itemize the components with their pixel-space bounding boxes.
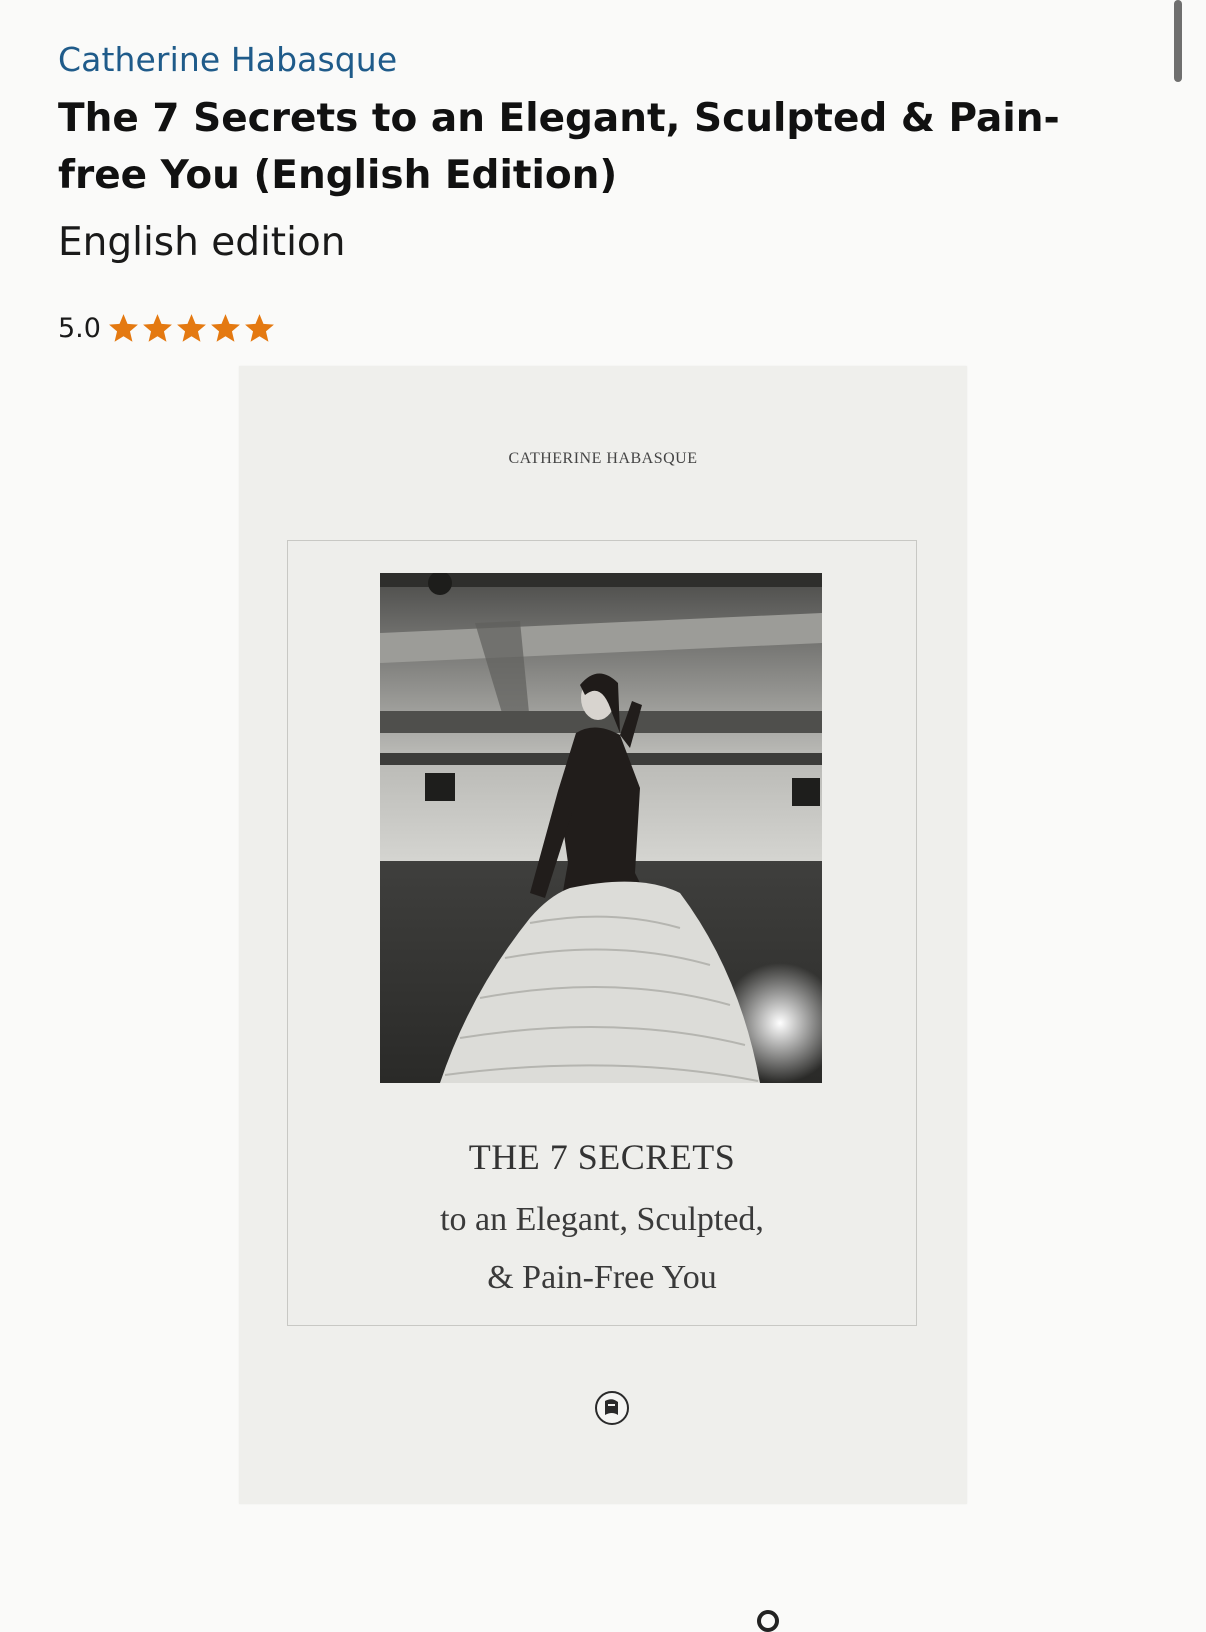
cover-frame: THE 7 SECRETS to an Elegant, Sculpted, &… xyxy=(287,540,917,1326)
star-icon xyxy=(245,314,274,342)
star-icon xyxy=(109,314,138,342)
star-icon xyxy=(143,314,172,342)
cover-author: CATHERINE HABASQUE xyxy=(508,450,698,467)
cover-title-line-1: THE 7 SECRETS xyxy=(468,1137,736,1177)
cover-title-line-3: & Pain-Free You xyxy=(487,1259,717,1296)
home-indicator xyxy=(757,1610,779,1632)
edition-label: English edition xyxy=(58,220,346,265)
star-rating xyxy=(107,312,277,345)
publisher-logo-icon xyxy=(595,1391,629,1425)
star-icon xyxy=(211,314,240,342)
product-title: The 7 Secrets to an Elegant, Sculpted & … xyxy=(58,96,1060,198)
cover-title-line-2: to an Elegant, Sculpted, xyxy=(440,1201,764,1238)
rating-value: 5.0 xyxy=(58,313,101,344)
star-icon xyxy=(177,314,206,342)
rating-summary[interactable]: 5.0 xyxy=(58,312,277,345)
cover-photo xyxy=(380,573,822,1083)
author-link[interactable]: Catherine Habasque xyxy=(58,40,397,79)
book-cover-image[interactable]: CATHERINE HABASQUE THE 7 SECRETS to an E… xyxy=(239,366,967,1504)
scrollbar-thumb[interactable] xyxy=(1174,0,1182,82)
